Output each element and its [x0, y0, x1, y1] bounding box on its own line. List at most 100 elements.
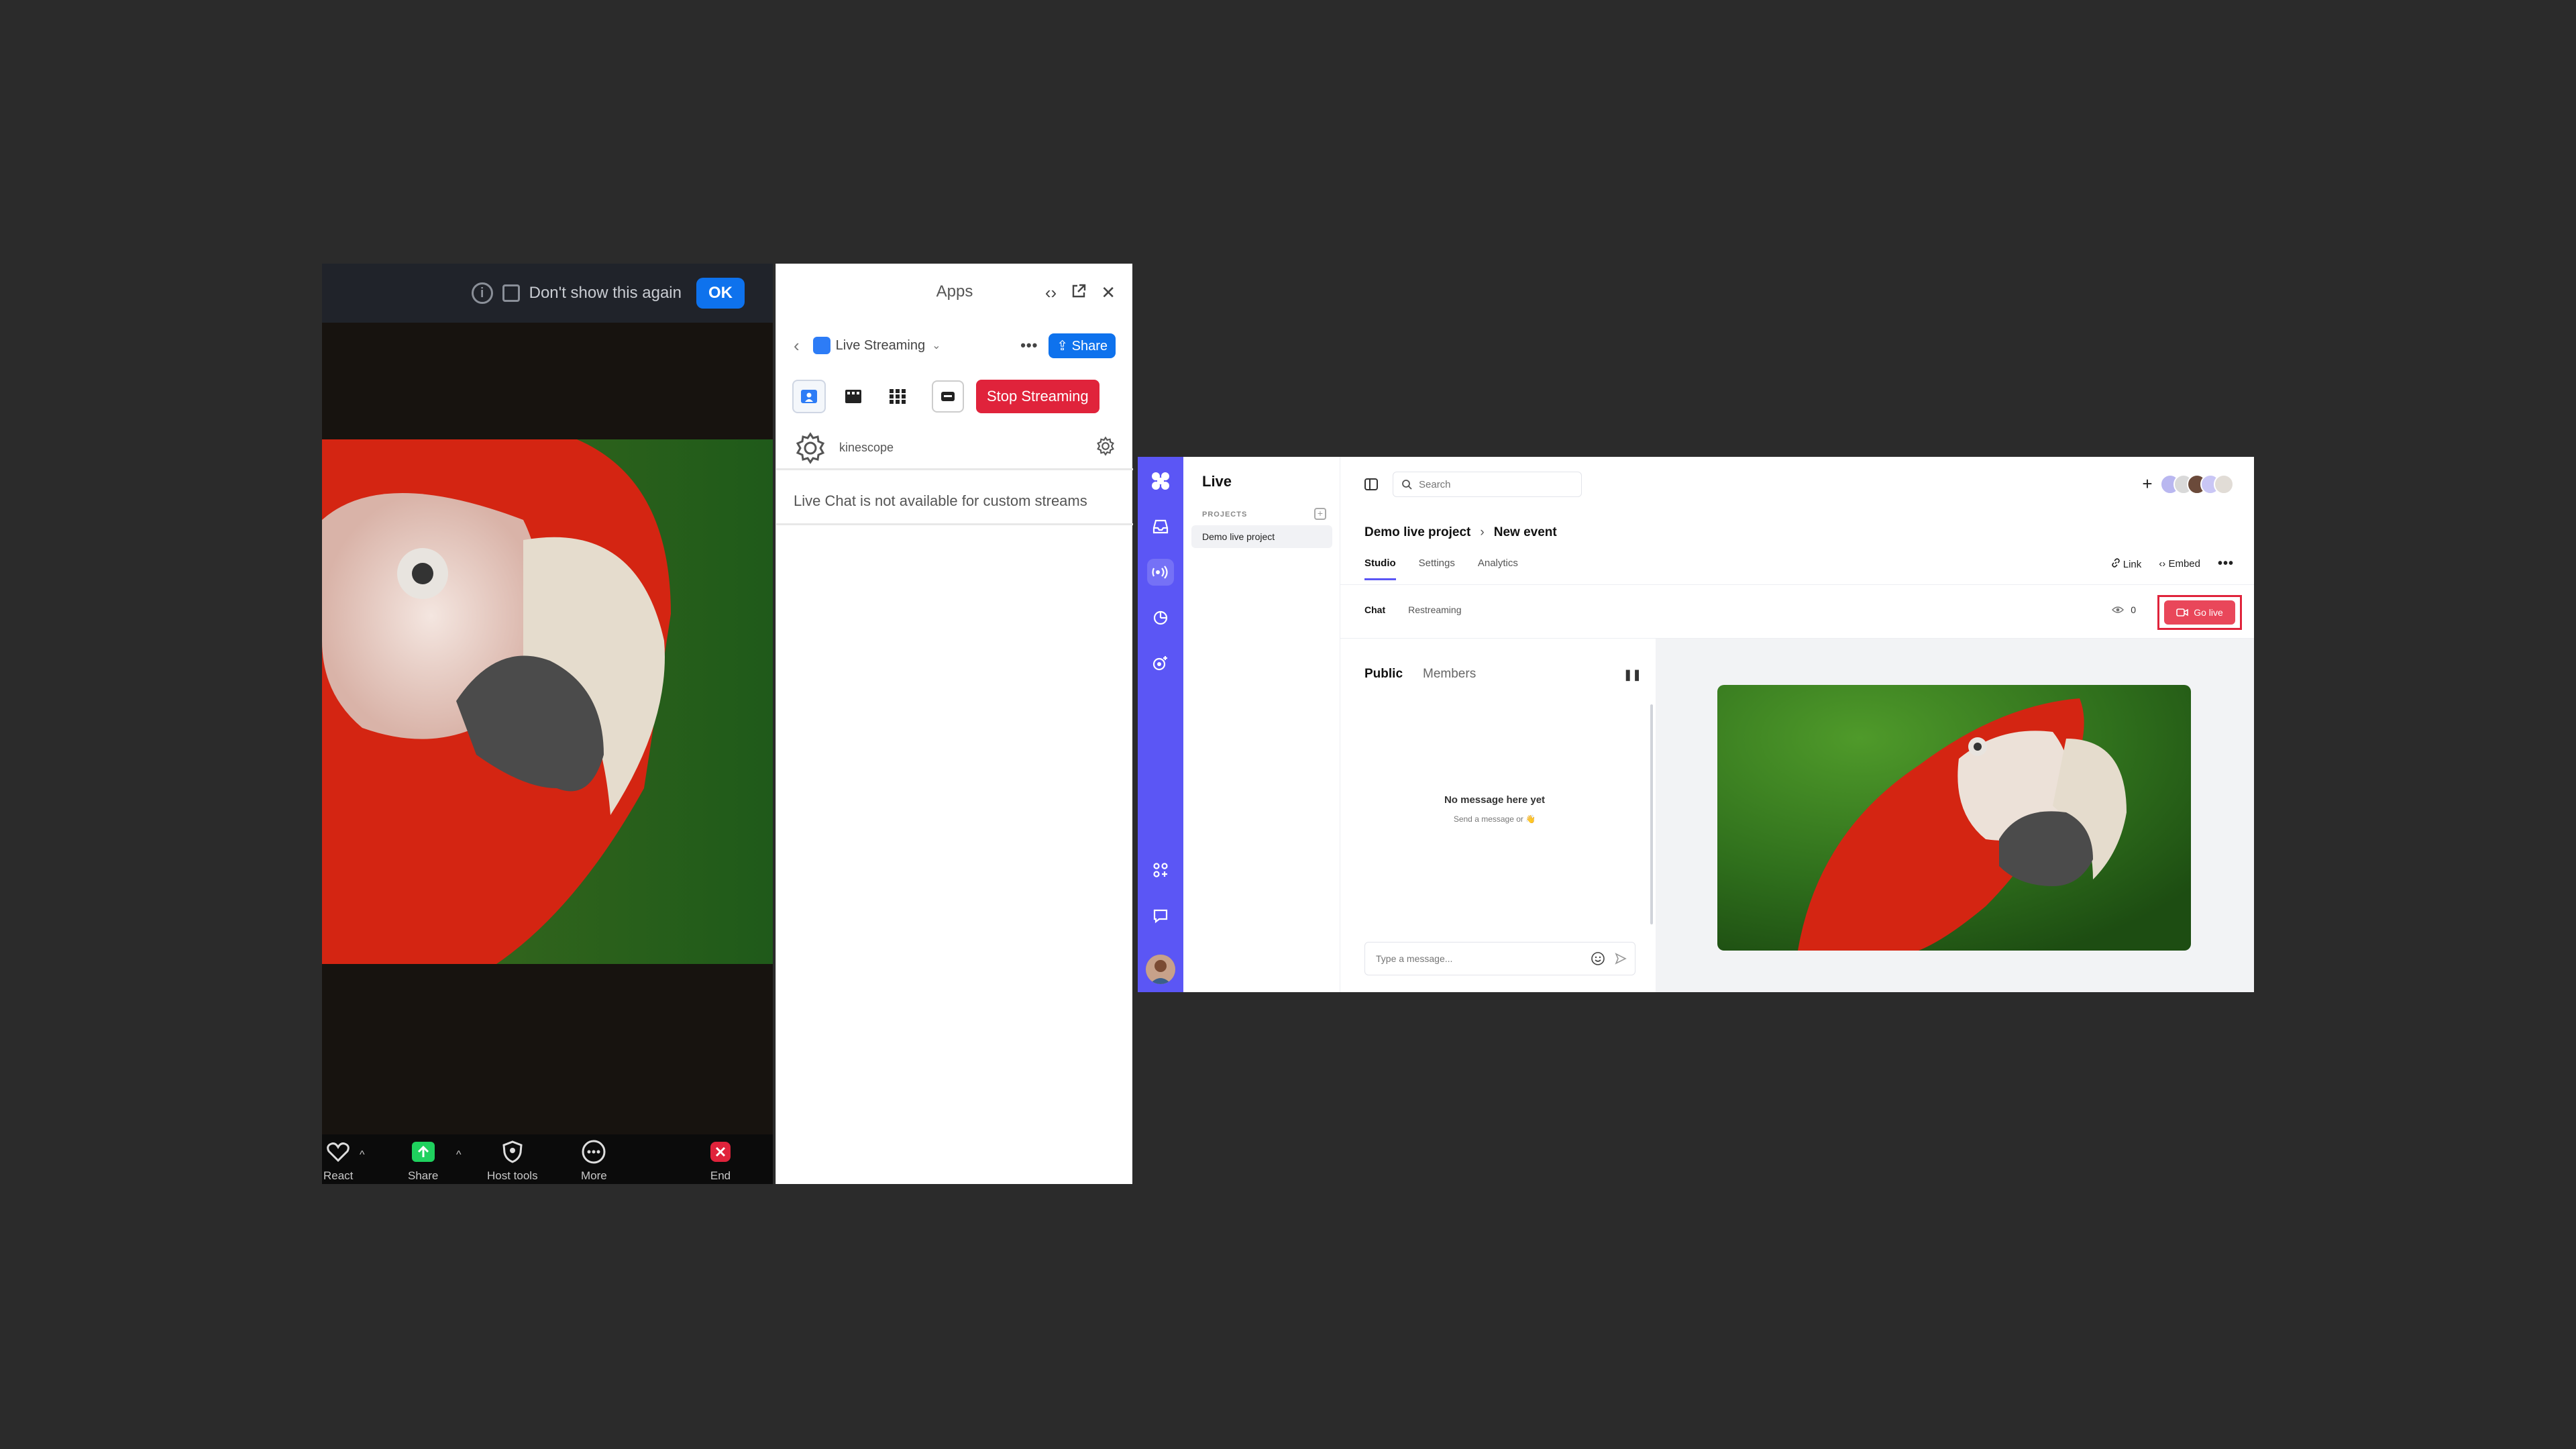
back-chevron-icon[interactable]: ‹ — [794, 335, 800, 356]
share-button[interactable]: Share — [408, 1140, 438, 1183]
member-avatar — [2214, 474, 2234, 494]
gear-icon — [796, 431, 825, 464]
go-live-button[interactable]: Go live — [2164, 600, 2235, 625]
messages-icon[interactable] — [1147, 902, 1174, 929]
close-icon[interactable]: ✕ — [1101, 282, 1116, 303]
viewers-counter: 0 — [2112, 604, 2136, 615]
live-chat-unavailable-notice: Live Chat is not available for custom st… — [776, 478, 1133, 525]
viewers-count: 0 — [2131, 604, 2136, 615]
sidebar-toggle-icon[interactable] — [1364, 478, 1378, 490]
chevron-down-icon[interactable]: ⌄ — [932, 339, 941, 352]
emoji-icon[interactable] — [1591, 951, 1605, 966]
react-button[interactable]: React — [323, 1140, 353, 1183]
tab-analytics[interactable]: Analytics — [1478, 557, 1518, 580]
captions-button[interactable] — [932, 380, 964, 413]
pause-chat-icon[interactable]: ❚❚ — [1623, 668, 1642, 682]
code-icon[interactable]: ‹› — [1045, 282, 1057, 303]
tab-studio[interactable]: Studio — [1364, 557, 1396, 580]
parrot-video-image — [322, 439, 773, 964]
app-icon-rail — [1138, 457, 1183, 992]
shield-icon — [500, 1140, 525, 1164]
tab-settings[interactable]: Settings — [1419, 557, 1455, 580]
end-button[interactable]: End — [708, 1140, 733, 1183]
event-tabs: Studio Settings Analytics — [1364, 557, 1518, 580]
stop-streaming-button[interactable]: Stop Streaming — [976, 380, 1099, 413]
breadcrumb-project[interactable]: Demo live project — [1364, 525, 1470, 540]
message-input[interactable] — [1376, 953, 1591, 964]
section-title: Live — [1202, 473, 1232, 490]
inbox-icon[interactable] — [1147, 513, 1174, 540]
layout-gallery-button[interactable] — [881, 380, 914, 413]
chat-scrollbar[interactable] — [1650, 704, 1653, 924]
live-streaming-app-icon — [812, 337, 830, 354]
live-streaming-app-row: ‹ Live Streaming ⌄ ••• ⇪ Share — [776, 325, 1133, 366]
dont-show-again-checkbox[interactable] — [502, 284, 520, 302]
share-screen-icon — [411, 1140, 435, 1164]
subtab-chat[interactable]: Chat — [1364, 604, 1385, 615]
sidebar-item-project[interactable]: Demo live project — [1191, 525, 1332, 548]
more-options-icon[interactable]: ••• — [2218, 556, 2234, 572]
add-project-icon[interactable]: + — [1314, 508, 1326, 520]
layout-film-button[interactable] — [837, 380, 870, 413]
film-layout-icon — [845, 390, 861, 403]
search-icon — [1402, 480, 1412, 490]
ok-button[interactable]: OK — [696, 278, 745, 309]
search-input[interactable] — [1419, 478, 1566, 490]
subtab-restreaming[interactable]: Restreaming — [1408, 604, 1461, 615]
link-label: Link — [2123, 558, 2142, 570]
event-actions: Link ‹› Embed ••• — [2111, 556, 2234, 572]
app-name[interactable]: Live Streaming — [836, 338, 925, 354]
apps-grid-icon[interactable] — [1147, 857, 1174, 883]
stream-settings-button[interactable] — [1095, 436, 1116, 460]
add-icon[interactable]: + — [2139, 475, 2156, 493]
team-avatars[interactable] — [2160, 474, 2234, 494]
react-caret-icon[interactable]: ^ — [360, 1149, 365, 1161]
search-box[interactable] — [1393, 472, 1582, 497]
chat-tabs: Public Members — [1364, 667, 1476, 682]
streaming-controls-row: Stop Streaming — [776, 376, 1133, 417]
app-share-label: Share — [1071, 338, 1108, 354]
link-button[interactable]: Link — [2111, 557, 2142, 570]
zoom-toolbar: React ^ Share ^ Host tools More End — [322, 1134, 773, 1184]
eye-icon — [2112, 606, 2125, 613]
breadcrumb-event: New event — [1493, 525, 1557, 539]
message-composer — [1364, 942, 1635, 975]
keyboard-icon — [941, 392, 955, 401]
stream-target-name: kinescope — [839, 441, 894, 454]
kinescope-logo-icon[interactable] — [1147, 468, 1174, 494]
react-label: React — [323, 1169, 354, 1182]
embed-button[interactable]: ‹› Embed — [2159, 558, 2200, 570]
stream-target-row: kinescope — [776, 427, 1133, 470]
share-caret-icon[interactable]: ^ — [456, 1149, 462, 1161]
layout-speaker-button[interactable] — [792, 380, 826, 413]
info-icon: i — [471, 282, 493, 304]
live-broadcast-icon[interactable] — [1147, 559, 1174, 586]
app-share-button[interactable]: ⇪ Share — [1049, 333, 1116, 358]
embed-code-icon: ‹› — [2159, 558, 2166, 570]
chat-tab-public[interactable]: Public — [1364, 667, 1403, 682]
kinescope-app-window: Live PROJECTS + Demo live project + Demo… — [1138, 457, 2254, 992]
apps-panel-header: Apps ‹› ✕ — [776, 264, 1133, 320]
event-main-panel: + Demo live project › New event Studio S… — [1340, 457, 2254, 992]
send-icon[interactable] — [1615, 953, 1627, 965]
zoom-video-feed — [322, 439, 773, 964]
chat-tab-members[interactable]: Members — [1423, 667, 1476, 682]
zoom-meeting-window: i Don't show this again OK React ^ Share… — [322, 264, 773, 1184]
settings-gear-icon — [1097, 436, 1114, 456]
end-call-icon — [708, 1140, 733, 1164]
tabs-divider — [1340, 584, 2254, 585]
embed-label: Embed — [2168, 558, 2200, 570]
end-label: End — [710, 1169, 731, 1182]
pop-out-icon[interactable] — [1071, 282, 1086, 303]
add-team-icon[interactable] — [1147, 650, 1174, 677]
dont-show-again-label: Don't show this again — [529, 284, 682, 302]
projects-heading: PROJECTS — [1202, 511, 1248, 519]
host-tools-button[interactable]: Host tools — [487, 1140, 538, 1183]
user-avatar[interactable] — [1146, 955, 1175, 984]
chat-empty-subtitle: Send a message or 👋 — [1453, 814, 1536, 824]
analytics-icon[interactable] — [1147, 604, 1174, 631]
more-button[interactable]: More — [581, 1140, 607, 1183]
breadcrumb-chevron-icon: › — [1480, 525, 1485, 539]
more-options-icon[interactable]: ••• — [1020, 337, 1038, 354]
more-label: More — [581, 1169, 607, 1182]
